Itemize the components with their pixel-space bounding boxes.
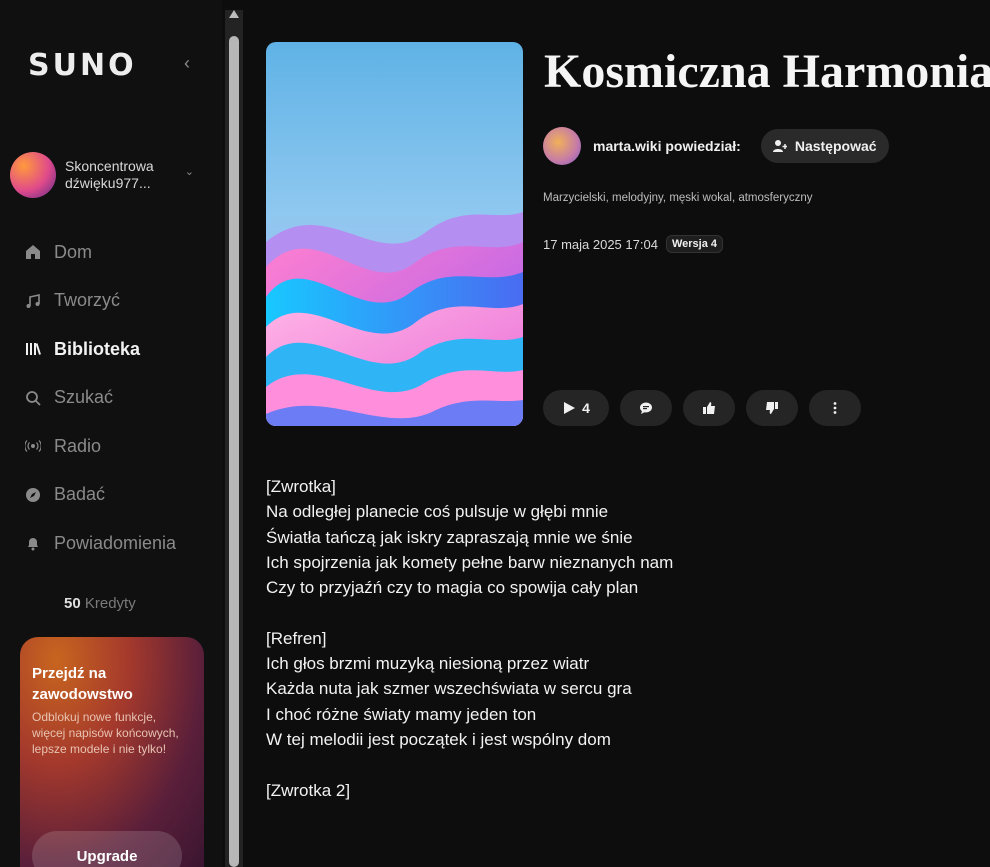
thumbs-down-icon <box>766 402 778 414</box>
nav-item-notifications[interactable]: Powiadomienia <box>22 519 212 568</box>
add-user-icon <box>772 140 787 152</box>
lyrics-stanza: [Refren] Ich głos brzmi muzyką niesioną … <box>266 626 673 752</box>
search-icon <box>22 389 44 407</box>
lyric-line: Każda nuta jak szmer wszechświata w serc… <box>266 679 632 699</box>
song-title: Kosmiczna Harmonia <box>544 45 990 98</box>
scrollbar[interactable] <box>225 10 243 867</box>
thumbs-up-icon <box>703 402 715 414</box>
lyric-line: Ich głos brzmi muzyką niesioną przez wia… <box>266 654 590 674</box>
dislike-button[interactable] <box>746 390 798 426</box>
follow-button[interactable]: Następować <box>760 129 889 163</box>
author-name[interactable]: marta.wiki powiedział: <box>593 138 741 154</box>
lyric-line: [Refren] <box>266 628 327 648</box>
lyrics-stanza: [Zwrotka 2] <box>266 778 673 803</box>
radio-icon <box>22 437 44 455</box>
lyric-line: Ich spojrzenia jak komety pełne barw nie… <box>266 552 674 572</box>
comment-button[interactable] <box>620 390 672 426</box>
lyric-line: Światła tańczą jak iskry zapraszają mnie… <box>266 527 633 547</box>
lyric-line: Czy to przyjaźń czy to magia co spowija … <box>266 578 639 598</box>
lyric-line: W tej melodii jest początek i jest wspól… <box>266 729 611 749</box>
nav-item-search[interactable]: Szukać <box>22 374 212 423</box>
home-icon <box>22 243 44 261</box>
nav-label: Radio <box>54 435 102 456</box>
comment-icon <box>640 402 652 414</box>
song-cover-image[interactable] <box>266 42 523 426</box>
collapse-sidebar-icon[interactable]: ‹ <box>184 53 190 74</box>
profile-switcher[interactable]: Skoncentrowa dźwięku977... ⌄ <box>10 149 210 201</box>
nav-item-radio[interactable]: Radio <box>22 422 212 471</box>
chevron-down-icon: ⌄ <box>184 166 194 178</box>
credits-label: Kredyty <box>84 595 136 612</box>
logo-row: SUNO ‹ <box>28 45 198 85</box>
credits-amount: 50 <box>64 595 81 612</box>
upgrade-promo-card: Przejdź na zawodowstwo Odblokuj nowe fun… <box>20 637 204 867</box>
release-date: 17 maja 2025 17:04 <box>543 236 658 252</box>
nav-item-library[interactable]: Biblioteka <box>22 325 212 374</box>
nav-label: Dom <box>54 241 93 262</box>
lyrics: [Zwrotka] Na odległej planecie coś pulsu… <box>266 474 673 828</box>
main-nav: Dom Tworzyć Biblioteka Szukać Radio Bada… <box>22 228 212 568</box>
play-icon <box>564 402 576 414</box>
date-row: 17 maja 2025 17:04 Wersja 4 <box>543 235 723 253</box>
author-avatar[interactable] <box>543 127 581 165</box>
music-note-icon <box>22 292 44 310</box>
profile-name: Skoncentrowa dźwięku977... <box>65 158 183 192</box>
upgrade-button[interactable]: Upgrade <box>32 831 182 867</box>
suno-logo[interactable]: SUNO <box>28 48 137 83</box>
profile-name-line2: dźwięku977... <box>65 175 151 191</box>
nav-label: Szukać <box>54 387 114 408</box>
library-icon <box>22 340 44 358</box>
nav-item-home[interactable]: Dom <box>22 228 212 277</box>
play-button[interactable]: 4 <box>543 390 609 426</box>
follow-label: Następować <box>794 138 877 154</box>
lyric-line: I choć różne światy mamy jeden ton <box>266 704 537 724</box>
nav-item-create[interactable]: Tworzyć <box>22 277 212 326</box>
more-options-button[interactable] <box>809 390 861 426</box>
version-badge: Wersja 4 <box>665 235 723 253</box>
credits-counter: 50 Kredyty <box>64 595 136 612</box>
bell-icon <box>22 534 44 552</box>
lyric-line: [Zwrotka 2] <box>266 780 351 800</box>
sidebar: SUNO ‹ Skoncentrowa dźwięku977... ⌄ Dom … <box>0 0 222 867</box>
like-button[interactable] <box>683 390 735 426</box>
author-row: marta.wiki powiedział: Następować <box>543 127 889 165</box>
play-count: 4 <box>582 400 590 416</box>
nav-label: Biblioteka <box>54 338 141 359</box>
nav-item-explore[interactable]: Badać <box>22 471 212 520</box>
lyrics-stanza: [Zwrotka] Na odległej planecie coś pulsu… <box>266 474 673 600</box>
nav-label: Badać <box>54 484 106 505</box>
scrollbar-thumb[interactable] <box>229 36 239 867</box>
more-vertical-icon <box>833 402 837 414</box>
lyric-line: [Zwrotka] <box>266 477 336 496</box>
promo-text: Odblokuj nowe funkcje, więcej napisów ko… <box>32 710 179 756</box>
style-tags[interactable]: Marzycielski, melodyjny, męski wokal, at… <box>543 192 812 204</box>
profile-name-line1: Skoncentrowa <box>65 158 154 174</box>
scroll-up-arrow-icon[interactable] <box>229 10 239 18</box>
promo-title: Przejdź na zawodowstwo <box>32 665 133 703</box>
lyric-line: Na odległej planecie coś pulsuje w głębi… <box>266 502 609 522</box>
avatar <box>10 152 56 198</box>
song-actions: 4 <box>543 390 872 426</box>
nav-label: Powiadomienia <box>54 532 177 553</box>
nav-label: Tworzyć <box>54 290 121 311</box>
compass-icon <box>22 486 44 504</box>
